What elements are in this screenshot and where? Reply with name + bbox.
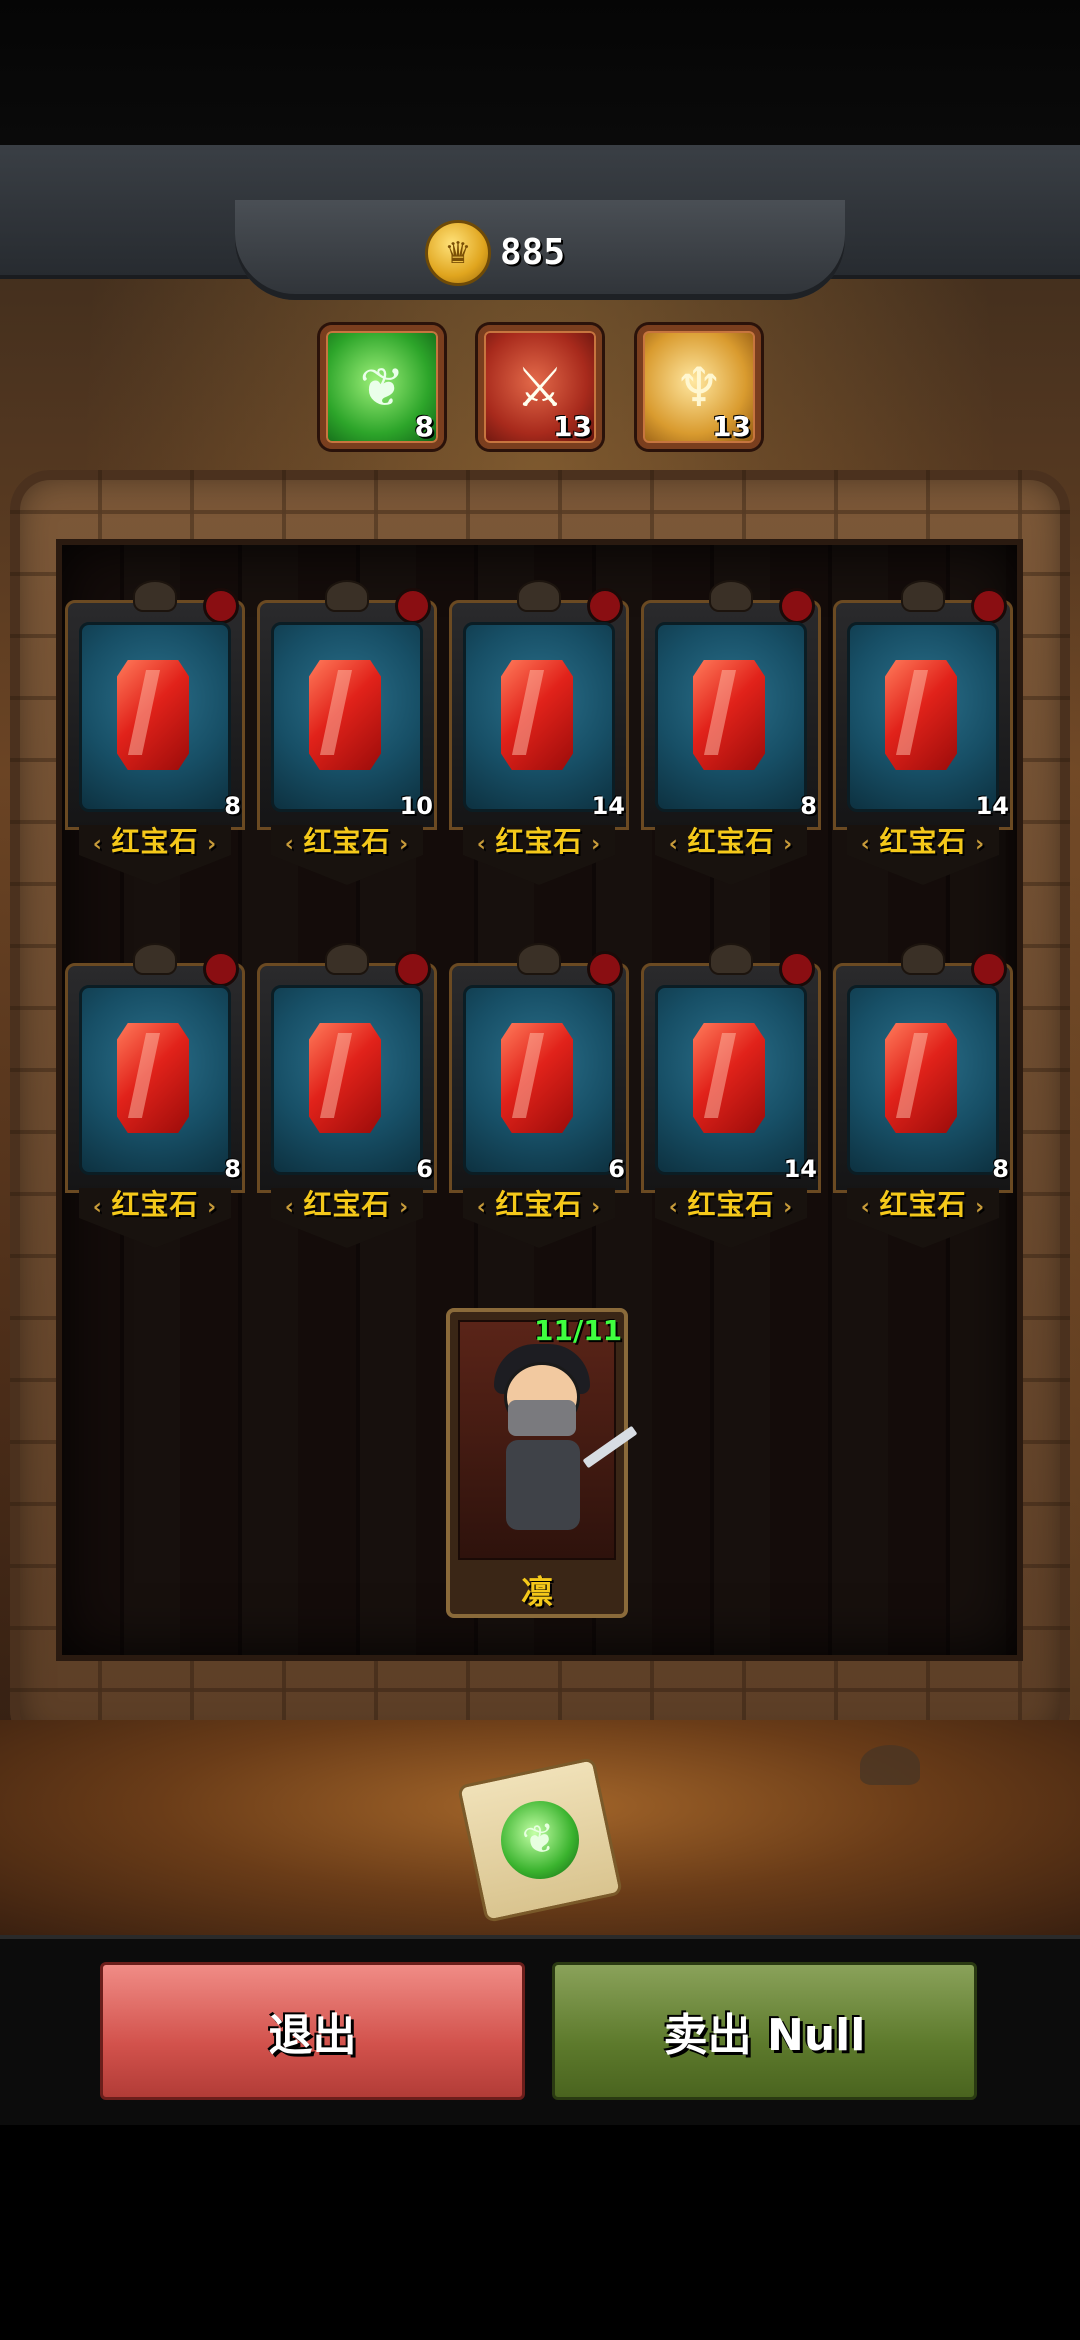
resource-count: 13 [712,410,751,443]
red-dot-indicator [587,588,623,624]
item-count: 14 [591,792,625,820]
item-card[interactable]: 8 ‹ 红宝石 › [641,580,821,885]
exit-button[interactable]: 退出 [100,1962,525,2100]
red-dot-indicator [779,951,815,987]
coin-amount: 885 [500,232,566,273]
ruby-gem-icon [885,1023,957,1133]
red-dot-indicator [779,588,815,624]
leaf-orb-icon[interactable]: ❦ 8 [320,325,444,449]
hero-level: 11/11 [534,1314,623,1347]
item-name-label: ‹ 红宝石 › [476,825,602,858]
item-card[interactable]: 8 ‹ 红宝石 › [833,943,1013,1248]
ruby-gem-icon [117,660,189,770]
hero-card[interactable]: 11/11 凛 [446,1308,638,1618]
item-card[interactable]: 8 ‹ 红宝石 › [65,943,245,1248]
resource-count: 13 [553,410,592,443]
crown-coin-icon: ♛ [425,220,491,286]
item-name-label: ‹ 红宝石 › [668,825,794,858]
item-name-label: ‹ 红宝石 › [860,825,986,858]
item-card[interactable]: 14 ‹ 红宝石 › [641,943,821,1248]
item-name-label: ‹ 红宝石 › [92,1188,218,1221]
sell-button[interactable]: 卖出 Null [552,1962,977,2100]
ruby-gem-icon [693,1023,765,1133]
item-count: 8 [224,792,241,820]
item-card[interactable]: 14 ‹ 红宝石 › [449,580,629,885]
ruby-gem-icon [501,660,573,770]
item-count: 6 [416,1155,433,1183]
scroll-icon[interactable]: ❦ [456,1756,624,1924]
ruby-gem-icon [693,660,765,770]
red-dot-indicator [203,951,239,987]
resource-count: 8 [414,410,434,443]
skull-ornament-icon [517,943,561,975]
ruby-gem-icon [885,660,957,770]
skull-ornament-icon [325,943,369,975]
item-name-label: ‹ 红宝石 › [92,825,218,858]
item-card[interactable]: 6 ‹ 红宝石 › [257,943,437,1248]
warrior-portrait-icon[interactable]: ⚔ 13 [478,325,602,449]
red-dot-indicator [395,951,431,987]
item-count: 8 [224,1155,241,1183]
item-count: 8 [800,792,817,820]
turtle-icon [860,1745,920,1785]
item-count: 14 [783,1155,817,1183]
red-dot-indicator [395,588,431,624]
red-dot-indicator [587,951,623,987]
hero-name: 凛 [520,1573,553,1611]
skull-ornament-icon [709,580,753,612]
item-name-label: ‹ 红宝石 › [668,1188,794,1221]
item-name-label: ‹ 红宝石 › [860,1188,986,1221]
item-name-label: ‹ 红宝石 › [476,1188,602,1221]
item-card[interactable]: 10 ‹ 红宝石 › [257,580,437,885]
item-count: 10 [399,792,433,820]
item-card[interactable]: 6 ‹ 红宝石 › [449,943,629,1248]
bottom-navigation-area [0,2125,1080,2340]
ruby-gem-icon [309,1023,381,1133]
item-count: 6 [608,1155,625,1183]
skull-ornament-icon [325,580,369,612]
item-count: 8 [992,1155,1009,1183]
red-dot-indicator [203,588,239,624]
item-card[interactable]: 14 ‹ 红宝石 › [833,580,1013,885]
red-dot-indicator [971,588,1007,624]
item-card[interactable]: 8 ‹ 红宝石 › [65,580,245,885]
skull-ornament-icon [709,943,753,975]
ruby-gem-icon [309,660,381,770]
status-bar-area [0,0,1080,145]
skull-ornament-icon [517,580,561,612]
skull-ornament-icon [133,943,177,975]
item-name-label: ‹ 红宝石 › [284,825,410,858]
item-count: 14 [975,792,1009,820]
leaf-orb-icon: ❦ [493,1793,587,1887]
skull-ornament-icon [133,580,177,612]
item-name-label: ‹ 红宝石 › [284,1188,410,1221]
ruby-gem-icon [117,1023,189,1133]
skull-ornament-icon [901,943,945,975]
red-dot-indicator [971,951,1007,987]
skull-ornament-icon [901,580,945,612]
ruby-gem-icon [501,1023,573,1133]
ninja-portrait [458,1320,638,1560]
trident-emblem-icon[interactable]: ♆ 13 [637,325,761,449]
